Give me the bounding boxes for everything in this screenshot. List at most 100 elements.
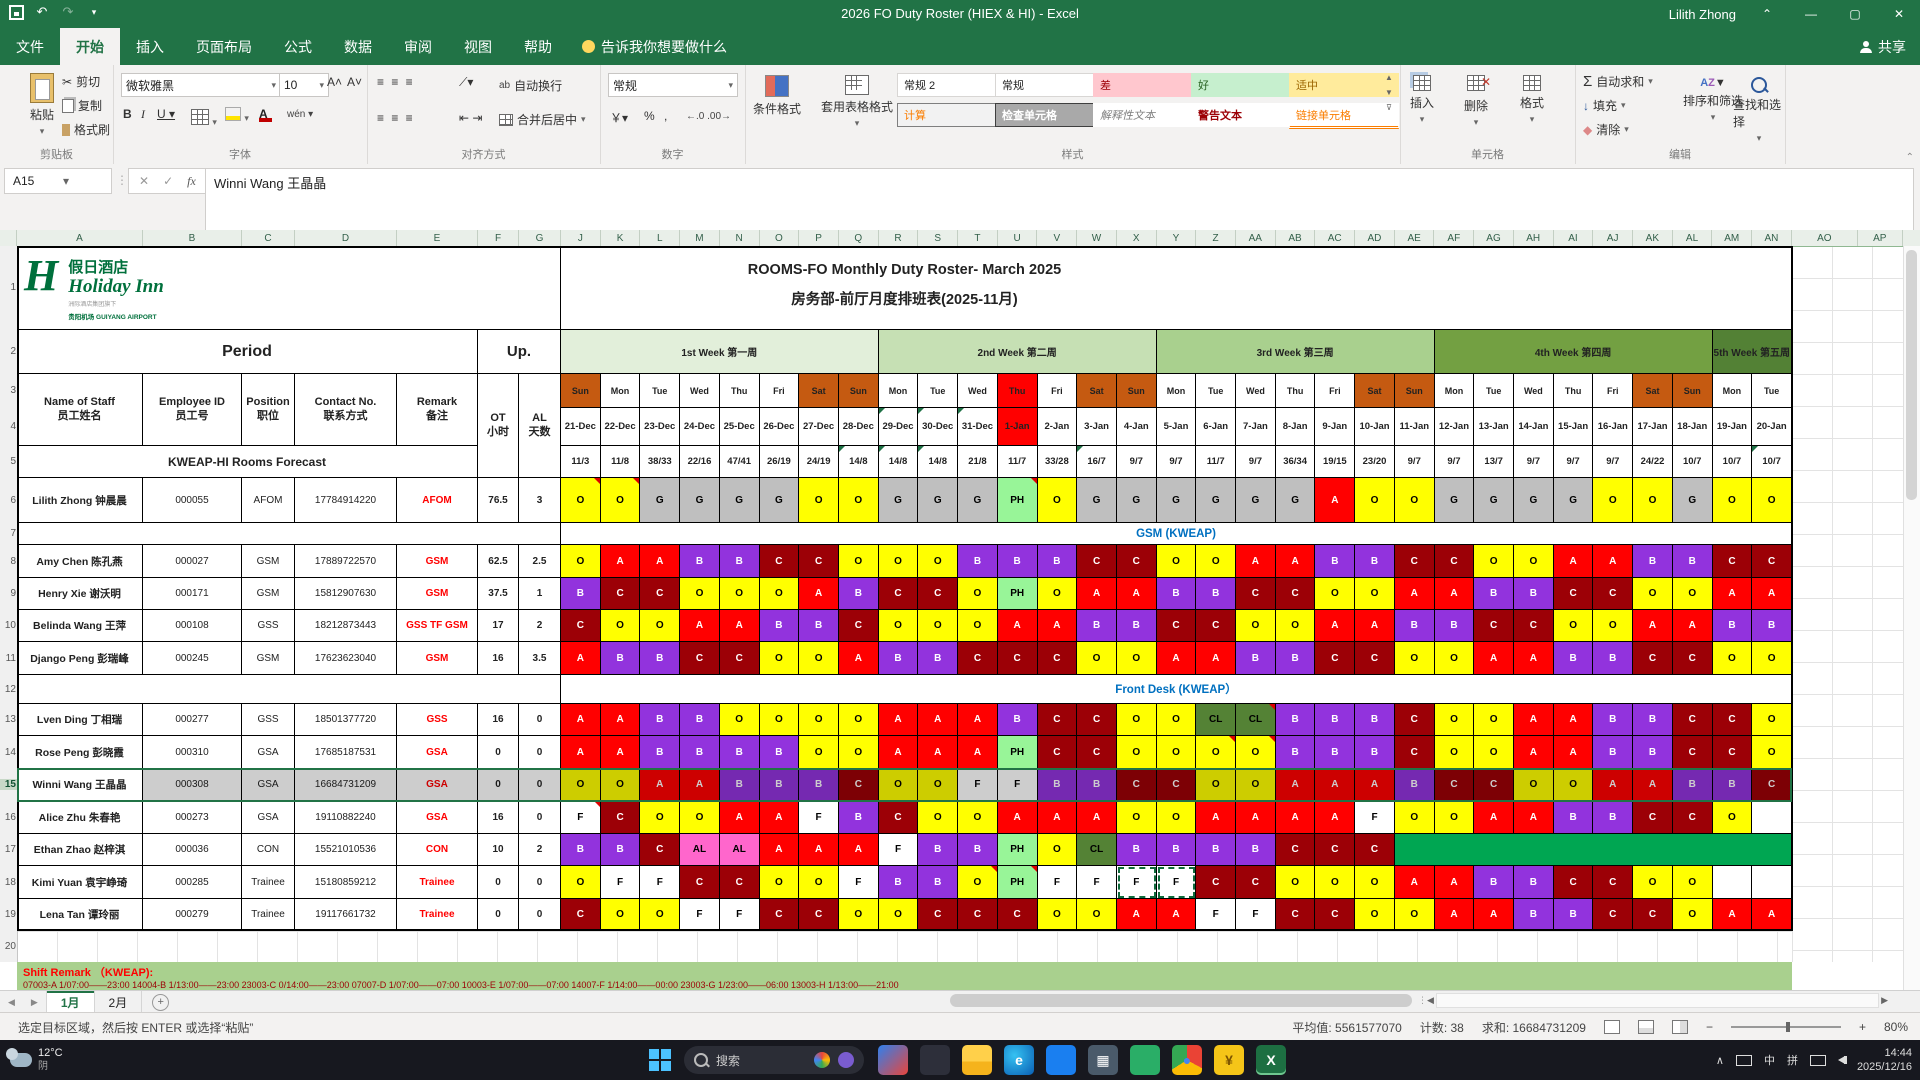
date-cell-5-Jan[interactable]: 5-Jan [1156,408,1197,446]
forecast-cell-17[interactable]: 9/7 [1236,446,1276,478]
format-as-table-button[interactable]: 套用表格格式 ▾ [821,75,893,129]
shift-cell-C[interactable]: C [1236,866,1276,899]
menu-tab-开始[interactable]: 开始 [60,28,120,65]
forecast-cell-13[interactable]: 16/7 [1077,446,1117,478]
cell-style-常规[interactable]: 常规 [995,73,1105,97]
shift-cell-O[interactable]: O [799,704,839,736]
edge-browser-icon[interactable]: e [1004,1045,1034,1075]
shift-cell-O[interactable]: O [799,736,839,769]
scroll-splitter[interactable]: ⋮ [1418,995,1427,1006]
shift-cell-O[interactable]: O [1116,801,1157,834]
day-cell-19[interactable]: Fri [1315,374,1356,408]
menu-tab-公式[interactable]: 公式 [268,28,328,65]
shift-cell-empty[interactable] [1752,866,1792,899]
day-cell-7[interactable]: Sun [838,374,879,408]
day-cell-16[interactable]: Tue [1196,374,1237,408]
shift-cell-O[interactable]: O [1394,478,1435,523]
shift-cell-O[interactable]: O [918,769,959,801]
staff-contact-cell[interactable]: 18212873443 [295,610,397,642]
section-left-blank[interactable] [17,675,561,704]
shift-cell-O[interactable]: O [1275,866,1316,899]
shift-cell-B[interactable]: B [1553,899,1594,931]
shift-cell-B[interactable]: B [759,736,800,769]
col-header-M[interactable]: M [680,230,720,246]
cell-style-计算[interactable]: 计算 [897,103,1007,127]
speaker-icon[interactable] [1837,1056,1847,1064]
font-size-combo[interactable]: 10 ▾ [279,73,329,97]
shift-cell-B[interactable]: B [838,801,879,834]
day-cell-12[interactable]: Fri [1037,374,1078,408]
staff-al-cell[interactable]: 2 [519,610,561,642]
col-header-AB[interactable]: AB [1276,230,1316,246]
staff-remark-cell[interactable]: GSS TF GSM [397,610,478,642]
staff-ot-cell[interactable]: 76.5 [478,478,519,523]
day-cell-30[interactable]: Tue [1752,374,1792,408]
shift-cell-G[interactable]: G [1672,478,1713,523]
tray-chevron-icon[interactable]: ∧ [1716,1054,1724,1067]
shift-cell-O[interactable]: O [1434,642,1475,675]
staff-ot-cell[interactable]: 17 [478,610,519,642]
day-cell-10[interactable]: Wed [958,374,998,408]
col-header-A[interactable]: A [17,230,143,246]
staff-remark-cell[interactable]: Trainee [397,899,478,931]
collapse-ribbon-icon[interactable]: ⌃ [1906,152,1914,163]
shift-cell-G[interactable]: G [1236,478,1276,523]
shift-cell-O[interactable]: O [561,769,601,801]
shift-cell-A[interactable]: A [1712,899,1753,931]
staff-al-cell[interactable]: 0 [519,704,561,736]
shift-cell-B[interactable]: B [1355,545,1395,578]
shift-cell-B[interactable]: B [1077,610,1117,642]
shift-cell-O[interactable]: O [1236,769,1276,801]
shift-cell-B[interactable]: B [1514,578,1554,610]
date-cell-4-Jan[interactable]: 4-Jan [1116,408,1157,446]
date-cell-2-Jan[interactable]: 2-Jan [1037,408,1078,446]
horizontal-scrollbar[interactable]: ⋮ ◀ ▶ [1418,992,1888,1009]
shift-cell-A[interactable]: A [918,736,959,769]
forecast-cell-2[interactable]: 38/33 [640,446,681,478]
shift-cell-G[interactable]: G [640,478,681,523]
col-header-AN[interactable]: AN [1752,230,1792,246]
row-header-15[interactable]: 15 [0,779,18,790]
shift-cell-O[interactable]: O [838,704,879,736]
shift-cell-O[interactable]: O [640,610,681,642]
font-family-combo[interactable]: 微软雅黑 ▾ [121,73,281,97]
shift-cell-C[interactable]: C [1394,736,1435,769]
staff-contact-cell[interactable]: 15180859212 [295,866,397,899]
week-band-4th Week 第四周[interactable]: 4th Week 第四周 [1434,330,1713,374]
shift-cell-F[interactable]: F [799,801,839,834]
shift-cell-B[interactable]: B [799,769,839,801]
shift-cell-O[interactable]: O [799,642,839,675]
staff-ot-cell[interactable]: 37.5 [478,578,519,610]
shift-cell-A[interactable]: A [1514,642,1554,675]
col-header-X[interactable]: X [1117,230,1157,246]
shift-cell-G[interactable]: G [1474,478,1515,523]
shift-cell-A[interactable]: A [1514,801,1554,834]
zoom-level[interactable]: 80% [1884,1020,1908,1034]
shift-cell-O[interactable]: O [759,578,800,610]
shift-cell-B[interactable]: B [719,545,760,578]
shift-cell-C[interactable]: C [1116,545,1157,578]
shift-cell-O[interactable]: O [1514,545,1554,578]
shift-cell-C[interactable]: C [1355,834,1395,866]
file-explorer-icon[interactable] [962,1045,992,1075]
date-cell-16-Jan[interactable]: 16-Jan [1593,408,1634,446]
shift-cell-B[interactable]: B [1633,704,1673,736]
staff-name-cell[interactable]: Django Peng 彭瑞峰 [17,642,143,675]
header-pos[interactable]: Position 职位 [242,374,295,446]
row-header-4[interactable]: 4 [0,421,18,432]
shift-cell-O[interactable]: O [1156,801,1197,834]
shift-cell-C[interactable]: C [878,801,919,834]
qq-icon[interactable] [1046,1045,1076,1075]
shift-cell-F[interactable]: F [1037,866,1078,899]
staff-name-cell[interactable]: Kimi Yuan 袁宇峥琦 [17,866,143,899]
shift-cell-G[interactable]: G [680,478,720,523]
shift-cell-C[interactable]: C [1275,899,1316,931]
date-cell-12-Jan[interactable]: 12-Jan [1434,408,1475,446]
shift-cell-O[interactable]: O [1752,704,1792,736]
shift-cell-A[interactable]: A [878,736,919,769]
staff-ot-cell[interactable]: 16 [478,704,519,736]
shift-cell-A[interactable]: A [1037,610,1078,642]
shift-cell-C[interactable]: C [1514,610,1554,642]
shift-cell-A[interactable]: A [1116,578,1157,610]
shift-cell-A[interactable]: A [1752,578,1792,610]
